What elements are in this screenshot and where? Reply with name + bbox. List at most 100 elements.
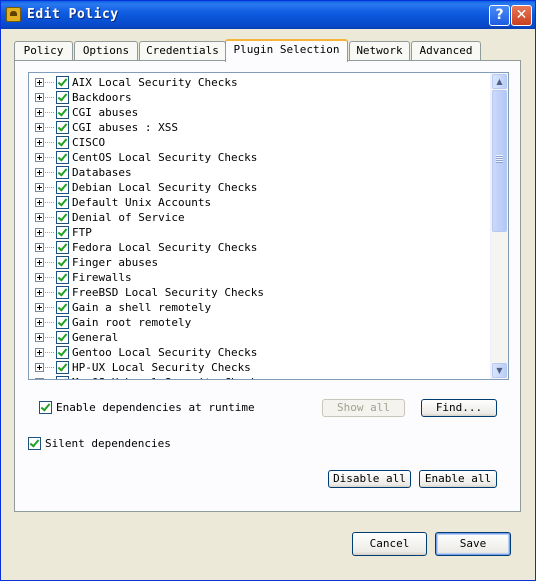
plugin-row[interactable]: MacOS X Local Security Checks	[29, 375, 491, 379]
disable-all-button[interactable]: Disable all	[328, 470, 411, 488]
plugin-checkbox[interactable]	[56, 211, 69, 224]
enable-all-button[interactable]: Enable all	[419, 470, 497, 488]
tree-expand-icon[interactable]	[35, 243, 44, 252]
tree-expand-icon[interactable]	[35, 78, 44, 87]
tree-expand-icon[interactable]	[35, 213, 44, 222]
plugin-row[interactable]: Gain root remotely	[29, 315, 491, 330]
tree-expand-icon[interactable]	[35, 138, 44, 147]
tab-options[interactable]: Options	[74, 41, 138, 60]
plugin-row[interactable]: Gentoo Local Security Checks	[29, 345, 491, 360]
plugin-family-list[interactable]: AIX Local Security Checks Backdoors CGI ab…	[28, 72, 509, 380]
plugin-row[interactable]: CGI abuses : XSS	[29, 120, 491, 135]
tree-connector	[45, 97, 54, 98]
plugin-row[interactable]: Databases	[29, 165, 491, 180]
plugin-checkbox[interactable]	[56, 106, 69, 119]
plugin-checkbox[interactable]	[56, 376, 69, 379]
plugin-checkbox[interactable]	[56, 166, 69, 179]
plugin-row[interactable]: Debian Local Security Checks	[29, 180, 491, 195]
plugin-checkbox[interactable]	[56, 271, 69, 284]
plugin-label: Databases	[72, 166, 132, 179]
plugin-checkbox[interactable]	[56, 91, 69, 104]
tab-credentials[interactable]: Credentials	[139, 41, 226, 60]
plugin-row[interactable]: FreeBSD Local Security Checks	[29, 285, 491, 300]
show-all-button[interactable]: Show all	[322, 399, 405, 417]
tree-connector	[45, 217, 54, 218]
plugin-row[interactable]: Fedora Local Security Checks	[29, 240, 491, 255]
plugin-checkbox[interactable]	[56, 151, 69, 164]
tree-connector	[45, 142, 54, 143]
tree-expand-icon[interactable]	[35, 93, 44, 102]
tab-plugin-selection[interactable]: Plugin Selection	[225, 39, 348, 62]
tree-expand-icon[interactable]	[35, 168, 44, 177]
tree-expand-icon[interactable]	[35, 183, 44, 192]
close-button[interactable]: ✕	[511, 5, 532, 26]
plugin-row[interactable]: CISCO	[29, 135, 491, 150]
plugin-label: CGI abuses	[72, 106, 139, 119]
tree-expand-icon[interactable]	[35, 153, 44, 162]
plugin-label: Default Unix Accounts	[72, 196, 212, 209]
plugin-checkbox[interactable]	[56, 76, 69, 89]
tree-expand-icon[interactable]	[35, 363, 44, 372]
plugin-row[interactable]: HP-UX Local Security Checks	[29, 360, 491, 375]
plugin-row[interactable]: Gain a shell remotely	[29, 300, 491, 315]
tree-connector	[45, 277, 54, 278]
scroll-up-button[interactable]: ▲	[492, 74, 507, 89]
tab-network[interactable]: Network	[349, 41, 410, 60]
plugin-row[interactable]: CGI abuses	[29, 105, 491, 120]
tree-expand-icon[interactable]	[35, 198, 44, 207]
tree-expand-icon[interactable]	[35, 123, 44, 132]
save-button[interactable]: Save	[435, 532, 511, 556]
plugin-label: CISCO	[72, 136, 106, 149]
find-button[interactable]: Find...	[421, 399, 497, 417]
plugin-checkbox[interactable]	[56, 136, 69, 149]
plugin-row[interactable]: FTP	[29, 225, 491, 240]
plugin-checkbox[interactable]	[56, 196, 69, 209]
plugin-checkbox[interactable]	[56, 286, 69, 299]
plugin-row[interactable]: Finger abuses	[29, 255, 491, 270]
plugin-checkbox[interactable]	[56, 256, 69, 269]
tree-expand-icon[interactable]	[35, 288, 44, 297]
plugin-checkbox[interactable]	[56, 181, 69, 194]
plugin-label: AIX Local Security Checks	[72, 76, 238, 89]
tree-connector	[45, 337, 54, 338]
silent-dependencies-checkbox[interactable]	[28, 437, 41, 450]
tree-expand-icon[interactable]	[35, 318, 44, 327]
plugin-checkbox[interactable]	[56, 226, 69, 239]
tree-expand-icon[interactable]	[35, 273, 44, 282]
plugin-row[interactable]: CentOS Local Security Checks	[29, 150, 491, 165]
plugin-checkbox[interactable]	[56, 316, 69, 329]
plugin-row[interactable]: AIX Local Security Checks	[29, 75, 491, 90]
enable-dependencies-checkbox[interactable]	[39, 401, 52, 414]
tree-connector	[45, 292, 54, 293]
scroll-down-button[interactable]: ▼	[492, 363, 507, 378]
vertical-scrollbar[interactable]: ▲ ▼	[490, 73, 508, 379]
chevron-up-icon: ▲	[496, 77, 503, 86]
plugin-checkbox[interactable]	[56, 241, 69, 254]
plugin-label: FTP	[72, 226, 92, 239]
tab-policy[interactable]: Policy	[14, 41, 73, 60]
plugin-checkbox[interactable]	[56, 346, 69, 359]
tree-expand-icon[interactable]	[35, 378, 44, 379]
scroll-thumb[interactable]	[492, 90, 507, 232]
tree-expand-icon[interactable]	[35, 228, 44, 237]
tree-expand-icon[interactable]	[35, 108, 44, 117]
tab-advanced[interactable]: Advanced	[411, 41, 481, 60]
plugin-row[interactable]: Default Unix Accounts	[29, 195, 491, 210]
tree-expand-icon[interactable]	[35, 348, 44, 357]
plugin-checkbox[interactable]	[56, 361, 69, 374]
plugin-checkbox[interactable]	[56, 121, 69, 134]
plugin-row[interactable]: Firewalls	[29, 270, 491, 285]
tree-expand-icon[interactable]	[35, 258, 44, 267]
help-button[interactable]: ?	[489, 5, 510, 26]
tree-expand-icon[interactable]	[35, 303, 44, 312]
plugin-label: Finger abuses	[72, 256, 159, 269]
plugin-row[interactable]: Denial of Service	[29, 210, 491, 225]
plugin-checkbox[interactable]	[56, 331, 69, 344]
cancel-button[interactable]: Cancel	[352, 532, 427, 556]
plugin-row[interactable]: Backdoors	[29, 90, 491, 105]
plugin-checkbox[interactable]	[56, 301, 69, 314]
tree-expand-icon[interactable]	[35, 333, 44, 342]
title-bar[interactable]: Edit Policy ? ✕	[1, 1, 535, 29]
plugin-row[interactable]: General	[29, 330, 491, 345]
grip-icon	[496, 155, 503, 163]
